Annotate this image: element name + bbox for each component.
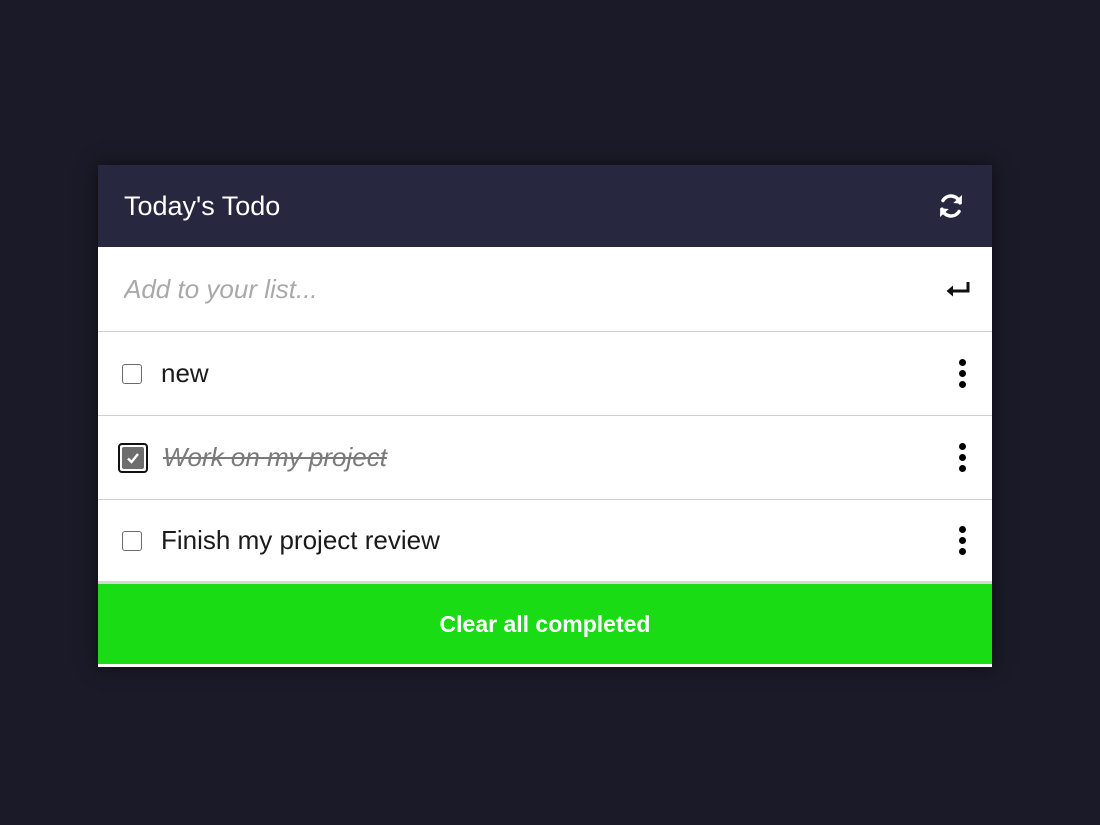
todo-menu-button[interactable] — [952, 440, 972, 476]
clear-completed-button[interactable]: Clear all completed — [98, 584, 992, 664]
todo-item: new — [98, 332, 992, 416]
refresh-button[interactable] — [934, 189, 968, 223]
enter-icon — [946, 282, 970, 297]
todo-menu-button[interactable] — [952, 523, 972, 559]
page-title: Today's Todo — [124, 190, 281, 221]
add-todo-row — [98, 247, 992, 332]
todo-text: new — [161, 358, 209, 388]
add-todo-button[interactable] — [942, 273, 974, 305]
checkmark-icon — [127, 452, 139, 464]
todo-menu-button[interactable] — [952, 356, 972, 392]
todo-card: Today's Todo new — [98, 165, 992, 667]
todo-text: Finish my project review — [161, 525, 440, 555]
add-todo-input[interactable] — [124, 273, 942, 305]
more-vertical-icon — [958, 526, 966, 533]
todo-checkbox[interactable] — [122, 530, 142, 551]
todo-checkbox[interactable] — [118, 442, 148, 473]
todo-item: Work on my project — [98, 416, 992, 500]
more-vertical-icon — [958, 443, 966, 450]
todo-checkbox[interactable] — [122, 363, 142, 384]
todo-item: Finish my project review — [98, 500, 992, 584]
todo-header: Today's Todo — [98, 165, 992, 247]
more-vertical-icon — [958, 359, 966, 366]
todo-text: Work on my project — [163, 442, 387, 472]
refresh-icon — [940, 194, 962, 218]
